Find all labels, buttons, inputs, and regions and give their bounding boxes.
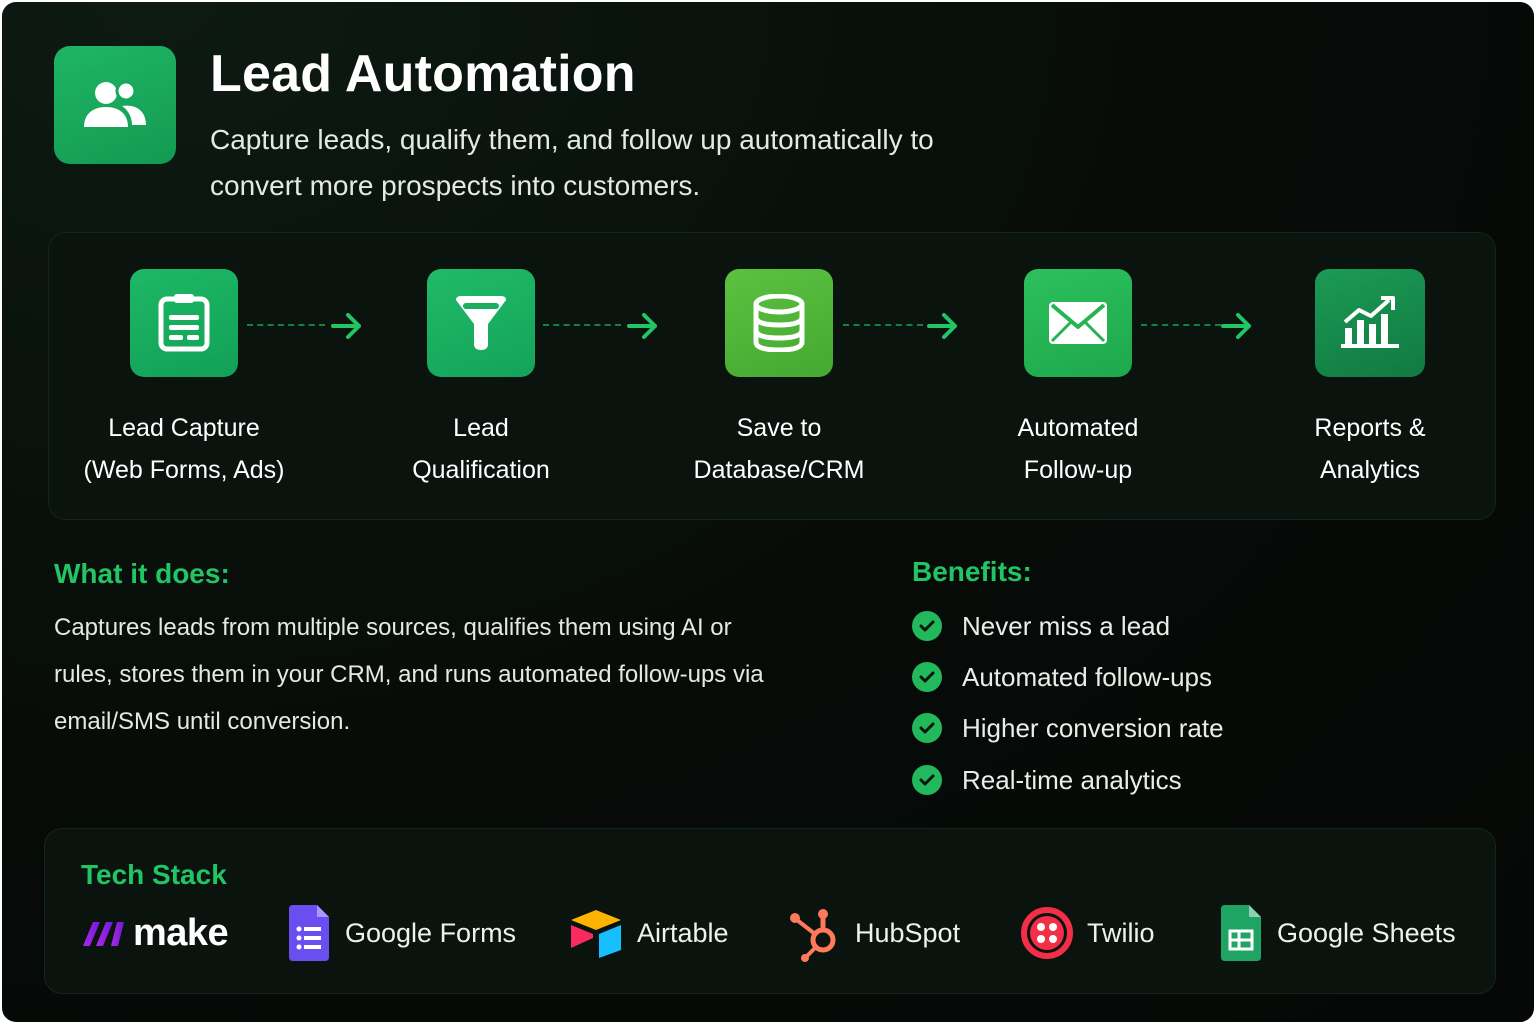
- chart-icon: [1315, 269, 1425, 377]
- airtable-icon: [571, 910, 621, 958]
- twilio-icon: [1021, 907, 1073, 959]
- step-label-line1: Lead Capture: [108, 414, 260, 442]
- what-it-does-text: Captures leads from multiple sources, qu…: [54, 614, 764, 735]
- step-label-line1: Save to: [736, 414, 822, 442]
- tool-hubspot: HubSpot: [789, 903, 960, 963]
- benefit-item: Real-time analytics: [912, 764, 1182, 796]
- database-icon: [725, 269, 833, 377]
- benefit-text: Never miss a lead: [962, 610, 1171, 641]
- tool-make: make: [81, 903, 229, 963]
- page-subtitle: Capture leads, qualify them, and follow …: [210, 124, 934, 201]
- check-icon: [912, 662, 942, 692]
- lead-automation-card: Lead Automation Capture leads, qualify t…: [2, 2, 1534, 1022]
- step-reports-analytics: Reports & Analytics: [1240, 269, 1500, 491]
- step-label-line1: Lead: [453, 414, 509, 442]
- users-icon: [54, 46, 176, 164]
- tech-stack-heading: Tech Stack: [81, 859, 227, 890]
- page-title: Lead Automation: [210, 45, 636, 103]
- step-label-line2: Database/CRM: [693, 456, 865, 484]
- tool-name: Google Sheets: [1277, 917, 1456, 948]
- benefit-text: Real-time analytics: [962, 764, 1182, 795]
- check-icon: [912, 713, 942, 743]
- tool-name: Airtable: [637, 917, 729, 948]
- tool-name: Google Forms: [345, 917, 517, 948]
- make-logo: [83, 922, 124, 946]
- benefit-item: Automated follow-ups: [912, 661, 1212, 693]
- tool-name: Twilio: [1087, 917, 1155, 948]
- step-label: Save to Database/CRM: [694, 407, 865, 491]
- google-forms-icon: [289, 905, 329, 961]
- flow-connector: [543, 324, 621, 328]
- tool-name: make: [133, 911, 229, 954]
- check-icon: [912, 611, 942, 641]
- tool-name: HubSpot: [855, 917, 961, 948]
- step-save-to-database: Save to Database/CRM: [649, 269, 909, 491]
- benefit-item: Higher conversion rate: [912, 712, 1224, 744]
- form-icon: [130, 269, 238, 377]
- flow-connector: [843, 324, 923, 328]
- benefits-heading: Benefits:: [912, 556, 1032, 587]
- step-automated-follow-up: Automated Follow-up: [948, 269, 1208, 491]
- tool-twilio: Twilio: [1021, 903, 1155, 963]
- tool-airtable: Airtable: [569, 903, 729, 963]
- step-label-line2: Qualification: [412, 456, 550, 484]
- funnel-icon: [427, 269, 535, 377]
- benefit-item: Never miss a lead: [912, 610, 1170, 642]
- workflow-panel: Lead Capture (Web Forms, Ads) Lead Quali…: [48, 232, 1496, 520]
- flow-connector: [1141, 324, 1221, 328]
- mail-icon: [1024, 269, 1132, 377]
- step-label: Automated Follow-up: [1018, 407, 1139, 491]
- check-icon: [912, 765, 942, 795]
- step-label: Lead Qualification: [412, 407, 550, 491]
- step-lead-capture: Lead Capture (Web Forms, Ads): [54, 269, 314, 491]
- google-sheets-icon: [1221, 905, 1261, 961]
- step-lead-qualification: Lead Qualification: [351, 269, 611, 491]
- step-label-line1: Automated: [1017, 414, 1139, 442]
- step-label-line2: (Web Forms, Ads): [83, 456, 285, 484]
- step-label: Lead Capture (Web Forms, Ads): [84, 407, 285, 491]
- benefit-text: Automated follow-ups: [962, 661, 1213, 692]
- tech-stack-panel: Tech Stack make Google Forms Airtable Hu…: [44, 828, 1496, 994]
- step-label-line2: Follow-up: [1023, 456, 1133, 484]
- tool-google-forms: Google Forms: [287, 903, 516, 963]
- tool-google-sheets: Google Sheets: [1219, 903, 1456, 963]
- what-it-does-heading: What it does:: [54, 558, 230, 589]
- flow-connector: [247, 324, 325, 328]
- step-label-line2: Analytics: [1319, 456, 1421, 484]
- step-label: Reports & Analytics: [1314, 407, 1425, 491]
- hubspot-icon: [790, 909, 836, 962]
- step-label-line1: Reports &: [1314, 414, 1426, 442]
- benefit-text: Higher conversion rate: [962, 712, 1224, 743]
